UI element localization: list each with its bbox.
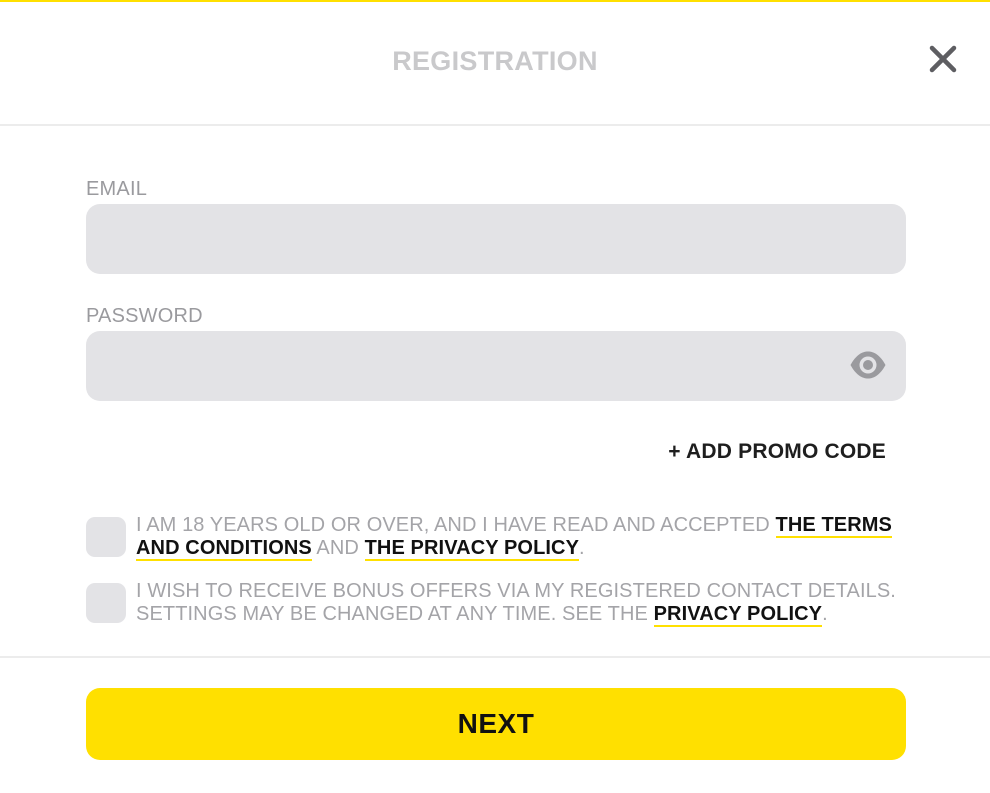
close-icon bbox=[929, 45, 957, 73]
age-consent-conjunction: AND bbox=[311, 537, 365, 559]
password-label: PASSWORD bbox=[86, 305, 203, 327]
modal-title: REGISTRATION bbox=[392, 46, 598, 76]
password-visibility-toggle[interactable] bbox=[849, 348, 887, 382]
close-button[interactable] bbox=[926, 42, 960, 76]
next-button[interactable]: NEXT bbox=[86, 688, 906, 760]
age-consent-checkbox[interactable] bbox=[86, 517, 126, 557]
age-consent-period: . bbox=[579, 537, 585, 559]
email-field[interactable] bbox=[86, 204, 906, 274]
bonus-offers-checkbox[interactable] bbox=[86, 583, 126, 623]
add-promo-code-link[interactable]: + ADD PROMO CODE bbox=[668, 440, 886, 464]
registration-modal: REGISTRATION EMAIL PASSWORD + ADD PROMO … bbox=[0, 0, 990, 793]
age-consent-text: I AM 18 YEARS OLD OR OVER, AND I HAVE RE… bbox=[136, 514, 896, 561]
modal-header: REGISTRATION bbox=[0, 2, 990, 126]
privacy-policy-link[interactable]: THE PRIVACY POLICY bbox=[364, 537, 580, 561]
bonus-privacy-policy-link[interactable]: PRIVACY POLICY bbox=[653, 603, 823, 627]
bonus-consent-period: . bbox=[822, 603, 828, 625]
password-field[interactable] bbox=[86, 331, 906, 401]
eye-icon bbox=[850, 351, 886, 379]
bonus-consent-text: I WISH TO RECEIVE BONUS OFFERS VIA MY RE… bbox=[136, 580, 896, 627]
footer-divider bbox=[0, 656, 990, 658]
age-consent-label: I AM 18 YEARS OLD OR OVER, AND I HAVE RE… bbox=[136, 514, 776, 536]
email-label: EMAIL bbox=[86, 178, 148, 200]
